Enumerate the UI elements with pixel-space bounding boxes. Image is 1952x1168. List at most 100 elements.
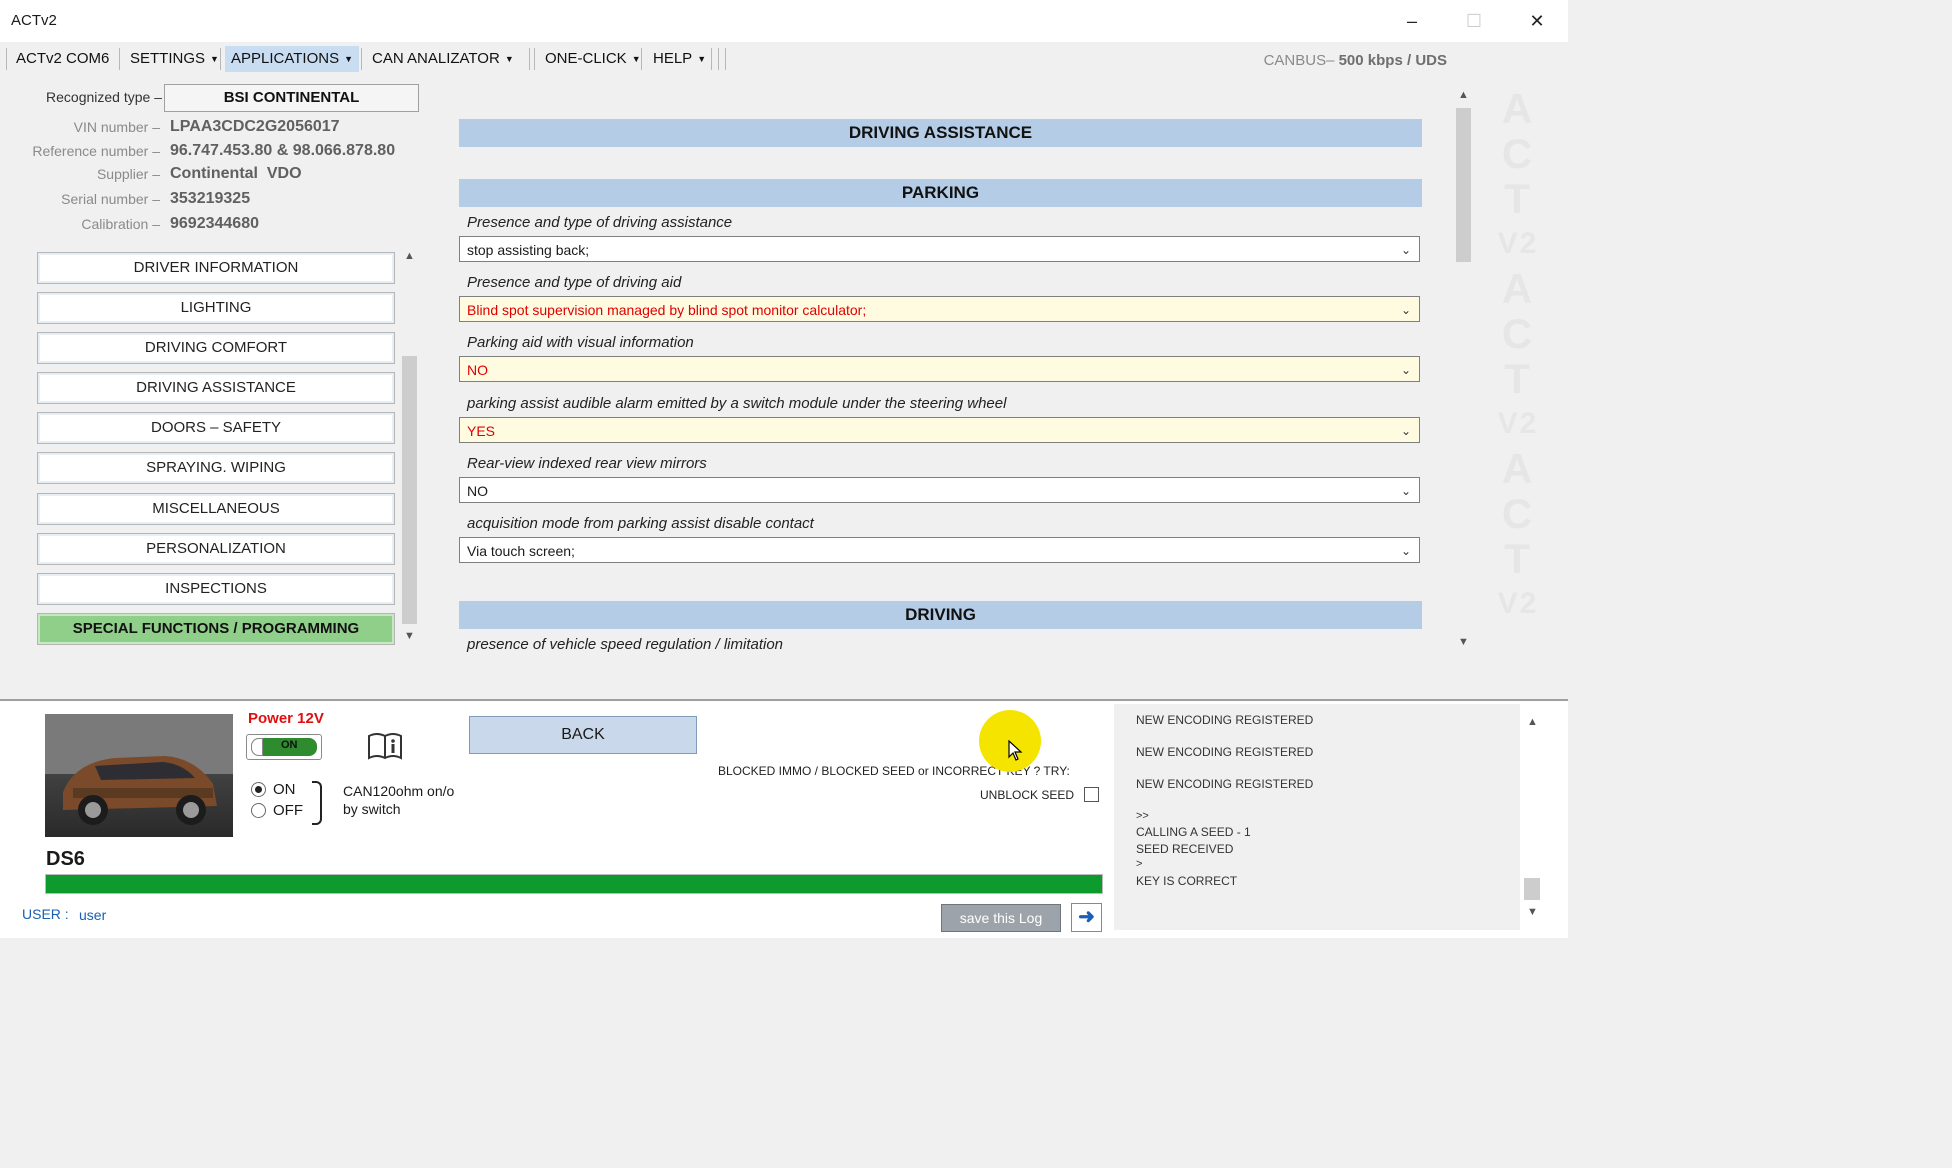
canbus-protocol: UDS <box>1415 52 1447 69</box>
menu-help[interactable]: HELP ▼ <box>647 46 712 72</box>
radio-on[interactable] <box>251 782 266 797</box>
nav-miscellaneous[interactable]: MISCELLANEOUS <box>37 493 395 525</box>
menu-separator <box>641 48 642 70</box>
user-label: USER : <box>22 906 69 922</box>
nav-scroll-up-icon[interactable]: ▲ <box>401 250 418 262</box>
parking-heading: PARKING <box>459 179 1422 207</box>
nav-doors-safety[interactable]: DOORS – SAFETY <box>37 412 395 444</box>
rear-view-mirrors-select[interactable]: NO ⌄ <box>459 477 1420 503</box>
maximize-button[interactable]: ☐ <box>1443 0 1505 42</box>
nav-personalization[interactable]: PERSONALIZATION <box>37 533 395 565</box>
log-line: SEED RECEIVED <box>1136 842 1234 856</box>
reference-label: Reference number – <box>32 143 160 159</box>
serial-label: Serial number – <box>61 191 160 207</box>
driving-assistance-type-select[interactable]: stop assisting back; ⌄ <box>459 236 1420 262</box>
log-scroll-thumb[interactable] <box>1524 878 1540 900</box>
select-value: NO <box>467 362 488 378</box>
canbus-status: CANBUS– 500 kbps / UDS <box>1264 52 1447 69</box>
main-scroll-up-icon[interactable]: ▲ <box>1455 89 1472 101</box>
window-title: ACTv2 <box>11 12 57 29</box>
main-scroll-thumb[interactable] <box>1456 108 1471 262</box>
menu-separator <box>529 48 530 70</box>
log-line: CALLING A SEED - 1 <box>1136 825 1251 839</box>
nav-lighting[interactable]: LIGHTING <box>37 292 395 324</box>
vin-label: VIN number – <box>73 119 160 135</box>
nav-special-functions[interactable]: SPECIAL FUNCTIONS / PROGRAMMING <box>37 613 395 645</box>
menu-separator <box>711 48 712 70</box>
menu-separator <box>6 48 7 70</box>
chevron-down-icon: ⌄ <box>1400 363 1411 377</box>
reference-value: 96.747.453.80 & 98.066.878.80 <box>170 142 396 159</box>
main-scroll-down-icon[interactable]: ▼ <box>1455 636 1472 648</box>
menu-settings[interactable]: SETTINGS ▼ <box>124 46 225 72</box>
canbus-prefix: CANBUS– <box>1263 52 1335 69</box>
chevron-down-icon: ⌄ <box>1400 243 1411 257</box>
caret-down-icon: ▼ <box>631 54 641 65</box>
select-value: Blind spot supervision managed by blind … <box>467 302 867 318</box>
nav-driving-comfort[interactable]: DRIVING COMFORT <box>37 332 395 364</box>
field-label: parking assist audible alarm emitted by … <box>467 395 1007 412</box>
calibration-value: 9692344680 <box>170 215 259 232</box>
nav-scroll-down-icon[interactable]: ▼ <box>401 630 418 642</box>
user-value: user <box>79 907 107 923</box>
chevron-down-icon: ⌄ <box>1400 424 1411 438</box>
nav-driver-information[interactable]: DRIVER INFORMATION <box>37 252 395 284</box>
nav-spraying-wiping[interactable]: SPRAYING. WIPING <box>37 452 395 484</box>
menu-applications[interactable]: APPLICATIONS ▼ <box>225 46 360 72</box>
menu-separator <box>119 48 120 70</box>
vehicle-image <box>45 714 233 837</box>
caret-down-icon: ▼ <box>504 54 514 65</box>
field-label: Parking aid with visual information <box>467 334 694 351</box>
arrow-right-icon[interactable]: ➜ <box>1071 903 1102 932</box>
recognized-type-value: BSI CONTINENTAL <box>164 84 419 112</box>
log-line: NEW ENCODING REGISTERED <box>1136 777 1314 791</box>
manual-book-icon[interactable] <box>366 731 404 761</box>
radio-group-bracket <box>312 781 322 825</box>
menu-one-click[interactable]: ONE-CLICK ▼ <box>539 46 647 72</box>
select-value: stop assisting back; <box>467 242 590 258</box>
nav-inspections[interactable]: INSPECTIONS <box>37 573 395 605</box>
driving-aid-type-select[interactable]: Blind spot supervision managed by blind … <box>459 296 1420 322</box>
chevron-down-icon: ⌄ <box>1400 303 1411 317</box>
chevron-down-icon: ⌄ <box>1400 544 1411 558</box>
save-log-button[interactable]: save this Log <box>941 904 1061 932</box>
back-button[interactable]: BACK <box>469 716 697 754</box>
close-button[interactable]: ✕ <box>1506 0 1568 42</box>
radio-off[interactable] <box>251 803 266 818</box>
acquisition-mode-select[interactable]: Via touch screen; ⌄ <box>459 537 1420 563</box>
field-label: Rear-view indexed rear view mirrors <box>467 455 707 472</box>
can-resistor-line1: CAN120ohm on/o <box>343 783 455 799</box>
progress-bar <box>45 874 1103 894</box>
parking-visual-aid-select[interactable]: NO ⌄ <box>459 356 1420 382</box>
nav-driving-assistance[interactable]: DRIVING ASSISTANCE <box>37 372 395 404</box>
power-label: Power 12V <box>248 710 324 727</box>
menu-actv2-com6[interactable]: ACTv2 COM6 <box>10 46 115 72</box>
field-label: presence of vehicle speed regulation / l… <box>467 636 784 653</box>
caret-down-icon: ▼ <box>344 54 354 65</box>
unblock-seed-checkbox[interactable] <box>1084 787 1099 802</box>
canbus-speed: 500 kbps <box>1338 52 1403 69</box>
menu-separator <box>718 48 719 70</box>
minimize-button[interactable]: – <box>1381 0 1443 42</box>
select-value: Via touch screen; <box>467 543 575 559</box>
radio-on-label: ON <box>273 781 296 798</box>
driving-heading: DRIVING <box>459 601 1422 629</box>
radio-off-label: OFF <box>273 802 303 819</box>
nav-scroll-thumb[interactable] <box>402 356 417 624</box>
calibration-label: Calibration – <box>81 216 160 232</box>
field-label: acquisition mode from parking assist dis… <box>467 515 814 532</box>
power-toggle[interactable]: ON <box>246 734 322 760</box>
menu-can-analizator[interactable]: CAN ANALIZATOR ▼ <box>366 46 520 72</box>
log-scroll-down-icon[interactable]: ▼ <box>1524 906 1541 918</box>
log-panel <box>1114 704 1520 930</box>
section-title: DRIVING ASSISTANCE <box>459 119 1422 147</box>
log-line: KEY IS CORRECT <box>1136 874 1238 888</box>
vehicle-model: DS6 <box>46 848 85 870</box>
parking-audible-alarm-select[interactable]: YES ⌄ <box>459 417 1420 443</box>
select-value: NO <box>467 483 488 499</box>
menu-separator <box>534 48 535 70</box>
log-scroll-up-icon[interactable]: ▲ <box>1524 716 1541 728</box>
log-line: > <box>1136 858 1143 870</box>
vin-value: LPAA3CDC2G2056017 <box>170 118 340 135</box>
select-value: YES <box>467 423 496 439</box>
